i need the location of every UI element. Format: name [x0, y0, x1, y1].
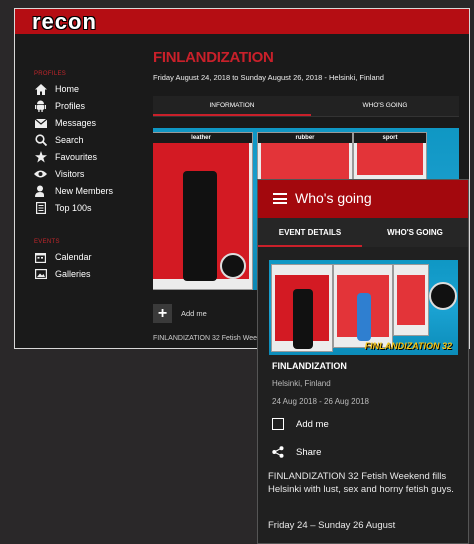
- sidebar-item-label: Messages: [55, 118, 97, 128]
- event-description: FINLANDIZATION 32 Fetish Weekend fills H…: [268, 471, 454, 495]
- tab-whos-going[interactable]: WHO'S GOING: [362, 218, 468, 247]
- share-icon: [272, 446, 284, 458]
- leather-product-box: leather: [153, 132, 253, 290]
- add-me-button[interactable]: + Add me: [153, 304, 207, 323]
- mobile-screenshot: Who's going EVENT DETAILS WHO'S GOING FI…: [257, 179, 469, 544]
- app-bar: Who's going: [258, 180, 468, 218]
- sidebar-item-label: Top 100s: [55, 203, 92, 213]
- sidebar-item-galleries[interactable]: Galleries: [34, 267, 91, 281]
- page-title: FINLANDIZATION: [153, 49, 274, 66]
- tab-event-details[interactable]: EVENT DETAILS: [258, 218, 362, 247]
- checkbox-icon[interactable]: [272, 418, 284, 430]
- app-bar-title: Who's going: [295, 190, 372, 206]
- events-heading: EVENTS: [34, 239, 60, 245]
- android-icon: [34, 100, 47, 112]
- home-icon: [34, 83, 47, 95]
- tab-whos-going[interactable]: WHO'S GOING: [311, 96, 459, 116]
- box-tag: sport: [354, 133, 426, 143]
- sidebar-item-label: Galleries: [55, 269, 91, 279]
- event-banner-image: FINLANDIZATION 32: [269, 260, 458, 355]
- top-bar: recon: [15, 9, 469, 34]
- box-tag: rubber: [258, 133, 352, 143]
- envelope-icon: [34, 117, 47, 129]
- leather-product-box: [271, 264, 333, 352]
- sport-product-box: sport: [353, 132, 427, 186]
- sidebar-item-label: Profiles: [55, 101, 86, 111]
- star-icon: [34, 151, 47, 163]
- logo-badge-icon: [429, 282, 457, 310]
- hamburger-menu-icon[interactable]: [273, 193, 287, 204]
- sidebar-item-messages[interactable]: Messages: [34, 116, 96, 130]
- recon-logo[interactable]: recon: [32, 9, 97, 34]
- event-when: Friday 24 – Sunday 26 August: [268, 520, 396, 531]
- event-location: Helsinki, Finland: [272, 379, 331, 388]
- calendar-icon: [34, 251, 47, 263]
- event-name: FINLANDIZATION: [272, 361, 347, 371]
- sidebar-item-home[interactable]: Home: [34, 82, 79, 96]
- sidebar-item-label: Search: [55, 135, 84, 145]
- event-subtitle: Friday August 24, 2018 to Sunday August …: [153, 73, 384, 82]
- sidebar-item-label: New Members: [55, 186, 114, 196]
- eye-icon: [34, 168, 47, 180]
- sidebar-item-profiles[interactable]: Profiles: [34, 99, 85, 113]
- logo-badge-icon: [220, 253, 246, 279]
- share-button[interactable]: Share: [272, 446, 321, 458]
- rubber-product-box: [333, 264, 393, 348]
- new-member-icon: [34, 185, 47, 197]
- banner-caption: FINLANDIZATION 32: [364, 341, 452, 351]
- sidebar-item-label: Calendar: [55, 252, 92, 262]
- mobile-tabs: EVENT DETAILS WHO'S GOING: [258, 218, 468, 247]
- sidebar-item-label: Favourites: [55, 152, 98, 162]
- plus-icon: +: [153, 304, 172, 323]
- sidebar-item-new-members[interactable]: New Members: [34, 184, 113, 198]
- search-icon: [34, 134, 47, 146]
- list-icon: [34, 202, 47, 214]
- image-icon: [34, 268, 47, 280]
- box-tag: leather: [153, 133, 252, 143]
- profiles-heading: PROFILES: [34, 71, 67, 77]
- event-dates: 24 Aug 2018 - 26 Aug 2018: [272, 397, 369, 406]
- sidebar-item-top-100s[interactable]: Top 100s: [34, 201, 92, 215]
- sidebar-item-label: Visitors: [55, 169, 85, 179]
- add-me-label: Add me: [296, 418, 329, 430]
- sidebar-item-calendar[interactable]: Calendar: [34, 250, 92, 264]
- sidebar-item-favourites[interactable]: Favourites: [34, 150, 97, 164]
- sidebar-item-label: Home: [55, 84, 80, 94]
- event-tabs: INFORMATION WHO'S GOING: [153, 96, 459, 117]
- sidebar-item-visitors[interactable]: Visitors: [34, 167, 84, 181]
- sport-product-box: [393, 264, 429, 336]
- share-label: Share: [296, 446, 322, 458]
- sidebar-item-search[interactable]: Search: [34, 133, 84, 147]
- tab-information[interactable]: INFORMATION: [153, 96, 311, 116]
- add-me-checkbox-row[interactable]: Add me: [272, 418, 329, 430]
- event-description: FINLANDIZATION 32 Fetish Weekend: [153, 335, 273, 342]
- sidebar: PROFILES Home Profiles Messages Search F…: [15, 34, 145, 348]
- add-me-label: Add me: [181, 309, 207, 318]
